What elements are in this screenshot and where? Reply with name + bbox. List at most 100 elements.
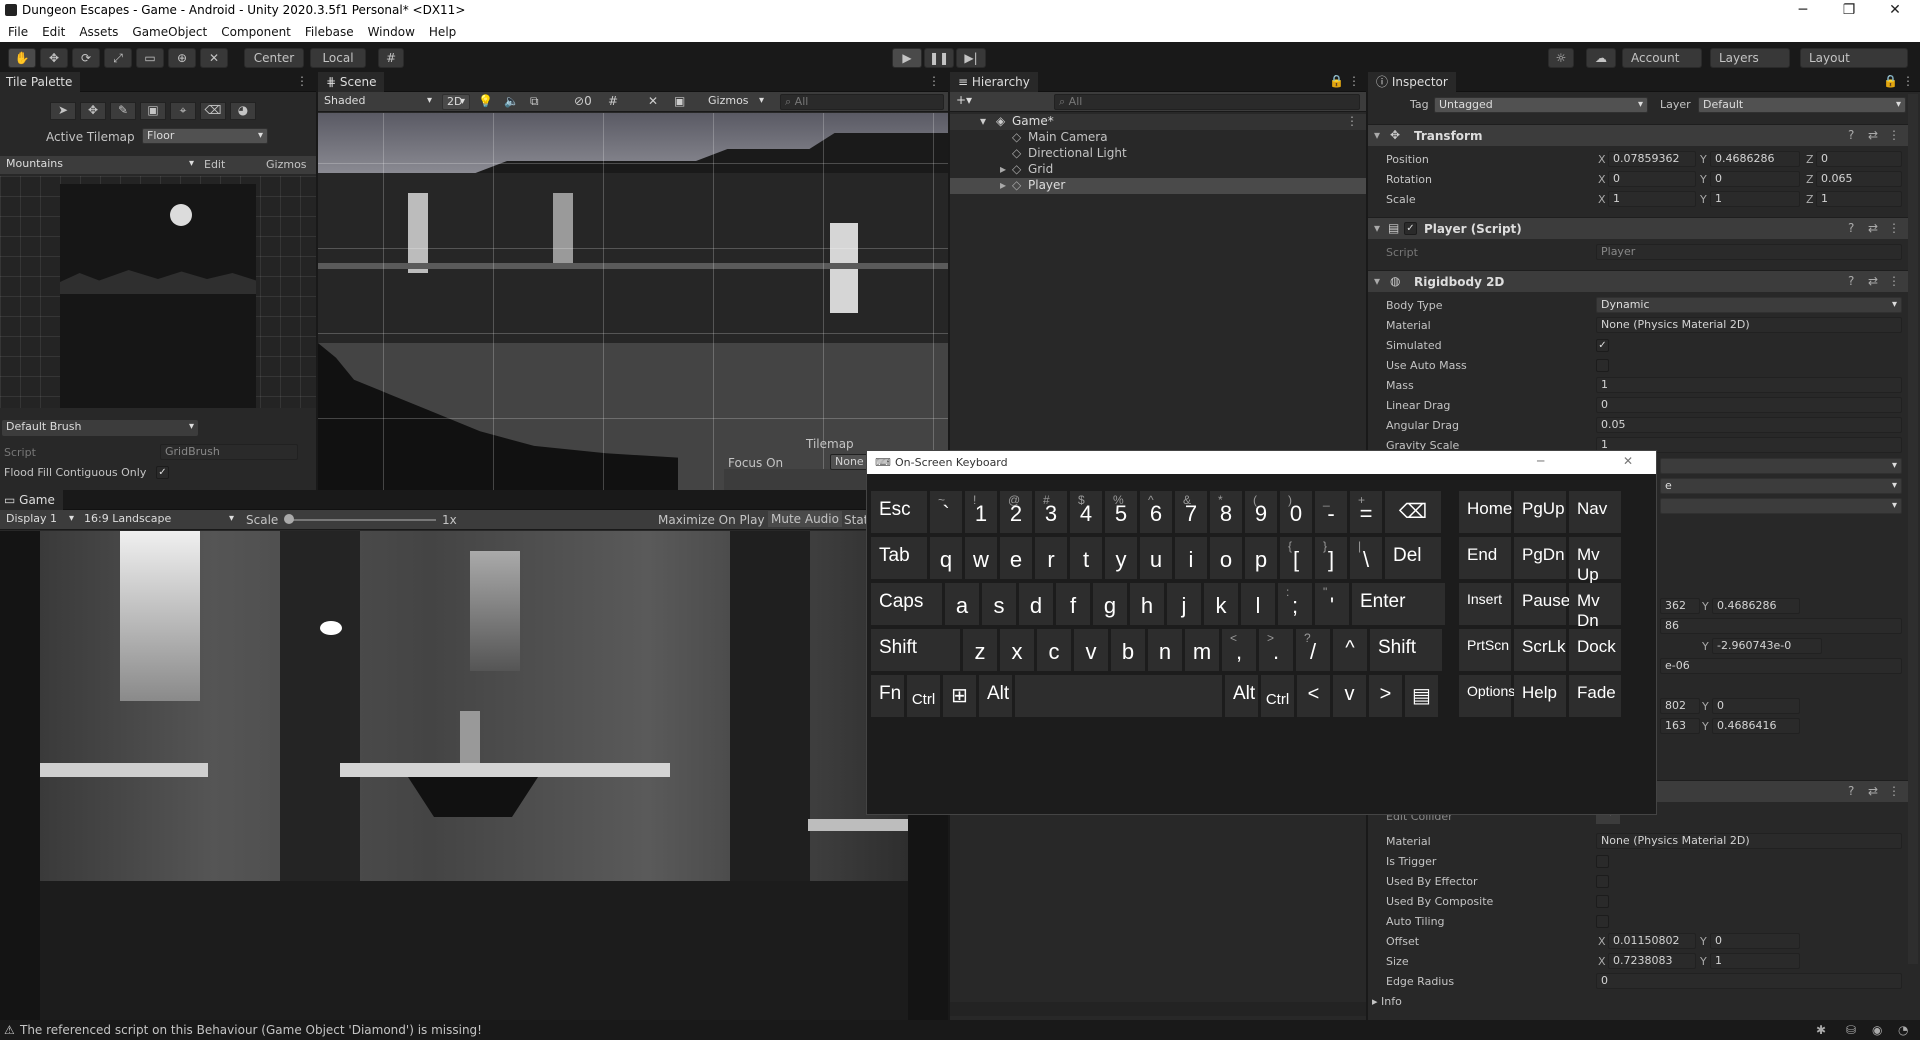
col-material-field[interactable]: None (Physics Material 2D)	[1596, 833, 1902, 849]
maximize-button[interactable]: ❐	[1826, 0, 1872, 22]
rotation-z-field[interactable]: 0.065	[1816, 171, 1902, 187]
info-field-1y[interactable]: 0.4686286	[1712, 598, 1800, 614]
minimize-button[interactable]: ─	[1780, 0, 1826, 22]
hand-tool-icon[interactable]: ✋	[8, 48, 36, 68]
menu-edit[interactable]: Edit	[42, 22, 65, 42]
palette-dropdown[interactable]: Mountains	[2, 157, 198, 173]
key-q[interactable]: q	[930, 537, 962, 579]
simulated-checkbox[interactable]: ✓	[1596, 339, 1609, 352]
expand-arrow-icon[interactable]: ▸	[1000, 162, 1006, 176]
key-ctrl[interactable]: Ctrl	[1261, 675, 1294, 717]
custom-tool-icon[interactable]: ✕	[200, 48, 228, 68]
key-end[interactable]: End	[1459, 537, 1511, 579]
component-menu-icon[interactable]: ⋮	[1888, 274, 1900, 288]
snap-grid-icon[interactable]: #	[378, 48, 404, 68]
key-ctrl[interactable]: Ctrl	[907, 675, 940, 717]
progress-icon[interactable]: ◔	[1898, 1020, 1908, 1040]
constraints-dropdown[interactable]	[1660, 458, 1902, 474]
preset-icon[interactable]: ⇄	[1868, 274, 1878, 288]
lighting-progress-icon[interactable]: ⛁	[1846, 1020, 1856, 1040]
rigidbody-header[interactable]: ▾ ◍ Rigidbody 2D ? ⇄ ⋮	[1368, 270, 1908, 292]
osk-minimize-button[interactable]: ─	[1537, 454, 1544, 468]
key-a[interactable]: a	[945, 583, 979, 625]
position-z-field[interactable]: 0	[1816, 151, 1902, 167]
key-t[interactable]: t	[1070, 537, 1102, 579]
key-esc[interactable]: Esc	[871, 491, 927, 533]
cloud-icon[interactable]: ☁	[1586, 48, 1616, 68]
key-7[interactable]: & 7	[1175, 491, 1207, 533]
key-mvup[interactable]: Mv Up	[1569, 537, 1621, 584]
key-symbol[interactable]: >	[1369, 675, 1402, 717]
palette-grid[interactable]	[0, 176, 316, 408]
hierarchy-menu-icon[interactable]: ⋮	[1348, 74, 1360, 88]
key-pgup[interactable]: PgUp	[1514, 491, 1566, 533]
collab-icon[interactable]: ☼	[1548, 48, 1574, 68]
rb-material-field[interactable]: None (Physics Material 2D)	[1596, 317, 1902, 333]
key-n[interactable]: n	[1148, 629, 1182, 671]
2d-toggle[interactable]: 2D	[442, 94, 470, 110]
key-1[interactable]: ! 1	[965, 491, 997, 533]
key-tab[interactable]: Tab	[871, 537, 927, 579]
interpolate-dropdown[interactable]: e	[1660, 478, 1902, 494]
mass-field[interactable]: 1	[1596, 377, 1902, 393]
layout-dropdown[interactable]: Layout	[1800, 48, 1908, 68]
inspector-lock-icon[interactable]: 🔒	[1883, 74, 1898, 88]
key-shift[interactable]: Shift	[1370, 629, 1442, 671]
visibility-icon[interactable]: ⊘0	[574, 94, 592, 108]
key-2[interactable]: @2	[1000, 491, 1032, 533]
collapse-arrow-icon[interactable]: ▾	[1374, 274, 1380, 288]
key-nav[interactable]: Nav	[1569, 491, 1621, 533]
lighting-icon[interactable]: 💡	[478, 94, 493, 108]
component-menu-icon[interactable]: ⋮	[1888, 221, 1900, 235]
key-scrlk[interactable]: ScrLk	[1514, 629, 1566, 671]
menu-gameobject[interactable]: GameObject	[132, 22, 207, 42]
key-symbol[interactable]: }]	[1315, 537, 1347, 579]
key-alt[interactable]: Alt	[1225, 675, 1258, 717]
key-symbol[interactable]: " '	[1315, 583, 1349, 625]
hierarchy-item-grid[interactable]: ▸ ◇ Grid	[950, 162, 1366, 178]
is-trigger-checkbox[interactable]	[1596, 855, 1609, 868]
gizmos-dropdown[interactable]: Gizmos	[704, 94, 768, 110]
select-tool-icon[interactable]: ➤	[50, 102, 76, 120]
root-menu-icon[interactable]: ⋮	[1346, 114, 1358, 128]
key-3[interactable]: #3	[1035, 491, 1067, 533]
move-tile-icon[interactable]: ✥	[80, 102, 106, 120]
tools-icon[interactable]: ✕	[648, 94, 658, 108]
expand-arrow-icon[interactable]: ▾	[980, 114, 986, 128]
osk-close-button[interactable]: ✕	[1623, 454, 1633, 468]
maximize-on-play-toggle[interactable]: Maximize On Play	[658, 513, 765, 527]
eraser-icon[interactable]: ⌫	[200, 102, 226, 120]
key-symbol[interactable]: :;	[1278, 583, 1312, 625]
preset-icon[interactable]: ⇄	[1868, 128, 1878, 142]
scene-viewport[interactable]	[318, 113, 948, 490]
hierarchy-item-directional-light[interactable]: ◇ Directional Light	[950, 146, 1366, 162]
key-insert[interactable]: Insert	[1459, 583, 1511, 625]
key-w[interactable]: w	[965, 537, 997, 579]
key-k[interactable]: k	[1204, 583, 1238, 625]
used-by-composite-checkbox[interactable]	[1596, 895, 1609, 908]
scale-slider-track[interactable]	[286, 519, 436, 521]
info-field-6x[interactable]: 163	[1660, 718, 1700, 734]
offset-x-field[interactable]: 0.01150802	[1608, 933, 1696, 949]
key-d[interactable]: d	[1019, 583, 1053, 625]
menu-component[interactable]: Component	[221, 22, 291, 42]
status-message[interactable]: The referenced script on this Behaviour …	[20, 1020, 482, 1040]
component-menu-icon[interactable]: ⋮	[1888, 784, 1900, 798]
key-pgdn[interactable]: PgDn	[1514, 537, 1566, 579]
fill-bucket-icon[interactable]: ◕	[230, 102, 256, 120]
scale-z-field[interactable]: 1	[1816, 191, 1902, 207]
key-symbol[interactable]: ⌫	[1385, 491, 1441, 533]
key-v[interactable]: v	[1333, 675, 1366, 717]
aspect-dropdown[interactable]: 16:9 Landscape	[80, 512, 238, 528]
debug-icon[interactable]: ✱	[1816, 1020, 1826, 1040]
key-symbol[interactable]: ~ `	[930, 491, 962, 533]
collapse-arrow-icon[interactable]: ▾	[1374, 128, 1380, 142]
key-home[interactable]: Home	[1459, 491, 1512, 533]
add-object-icon[interactable]: +▾	[956, 93, 972, 107]
key-symbol[interactable]: ^	[1333, 629, 1367, 671]
panel-menu-icon[interactable]: ⋮	[296, 74, 308, 88]
position-y-field[interactable]: 0.4686286	[1710, 151, 1800, 167]
key-b[interactable]: b	[1111, 629, 1145, 671]
key-symbol[interactable]: <,	[1222, 629, 1256, 671]
key-5[interactable]: % 5	[1105, 491, 1137, 533]
